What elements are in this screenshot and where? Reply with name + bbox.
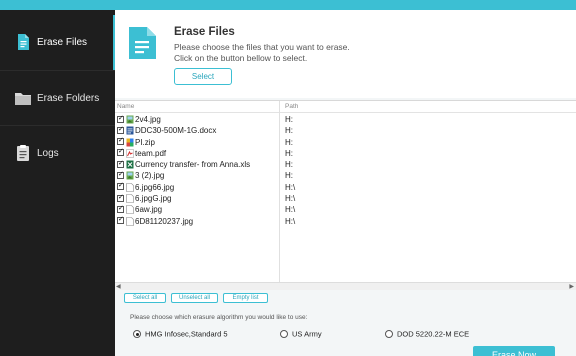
description-line-2: Click on the button bellow to select. <box>174 53 308 63</box>
file-name: 6D81120237.jpg <box>135 216 194 226</box>
file-name: 6aw.jpg <box>135 205 163 215</box>
column-header-path[interactable]: Path <box>285 101 298 112</box>
unselect-all-button[interactable]: Unselect all <box>171 293 218 303</box>
file-name: 3 (2).jpg <box>135 171 165 181</box>
file-name: DDC30-500M-1G.docx <box>135 126 217 136</box>
radio-hmg-infosec[interactable]: HMG Infosec,Standard 5 <box>133 329 228 339</box>
select-all-button[interactable]: Select all <box>124 293 166 303</box>
row-checkbox[interactable] <box>117 114 124 123</box>
row-checkbox[interactable] <box>117 170 124 179</box>
sidebar-item-label: Logs <box>37 148 59 159</box>
table-row[interactable]: Currency transfer- from Anna.xls H: <box>115 159 576 170</box>
file-path: H:\ <box>285 194 296 204</box>
table-row[interactable]: PI.zip H: <box>115 136 576 148</box>
row-checkbox[interactable] <box>117 193 124 202</box>
radio-dod[interactable]: DOD 5220.22-M ECE <box>385 329 469 339</box>
pdf-file-icon <box>126 149 134 158</box>
description-line-1: Please choose the files that you want to… <box>174 42 350 52</box>
row-checkbox[interactable] <box>117 204 124 213</box>
xls-file-icon <box>126 160 134 169</box>
table-row[interactable]: DDC30-500M-1G.docx H: <box>115 125 576 136</box>
select-button[interactable]: Select <box>174 68 232 85</box>
file-path: H: <box>285 160 293 170</box>
table-body: 2v4.jpgH:DDC30-500M-1G.docxH:PI.zipH:tea… <box>115 114 576 227</box>
main-panel: Erase Files Please choose the files that… <box>115 10 576 356</box>
table-row[interactable]: 2v4.jpg H: <box>115 114 576 125</box>
sidebar-item-erase-files[interactable]: Erase Files <box>0 15 115 70</box>
file-path: H:\ <box>285 205 296 215</box>
blank-file-icon <box>126 194 134 203</box>
file-name: Currency transfer- from Anna.xls <box>135 160 251 170</box>
table-row[interactable]: 6aw.jpg H:\ <box>115 204 576 215</box>
sidebar-item-label: Erase Folders <box>37 93 100 104</box>
scroll-left-icon[interactable]: ◀ <box>116 283 121 291</box>
sidebar-item-logs[interactable]: Logs <box>0 125 115 180</box>
file-path: H: <box>285 137 293 147</box>
blank-file-icon <box>126 205 134 215</box>
radio-dot[interactable] <box>133 330 141 339</box>
log-icon <box>17 145 29 161</box>
row-checkbox[interactable] <box>117 125 124 134</box>
row-checkbox[interactable] <box>117 136 124 146</box>
file-name: PI.zip <box>135 137 156 147</box>
file-table: Name Path 2v4.jpgH:DDC30-500M-1G.docxH:P… <box>115 100 576 290</box>
sidebar-item-label: Erase Files <box>37 37 88 48</box>
file-name: 6.jpg66.jpg <box>135 182 175 192</box>
empty-list-button[interactable]: Empty list <box>223 293 268 303</box>
file-path: H: <box>285 171 293 181</box>
radio-dot[interactable] <box>385 330 393 339</box>
blank-file-icon <box>126 182 134 192</box>
image-file-icon <box>126 115 134 124</box>
table-row[interactable]: 6.jpgG.jpg H:\ <box>115 193 576 204</box>
zip-file-icon <box>126 138 134 147</box>
radio-dot[interactable] <box>280 330 288 339</box>
file-icon <box>18 34 29 50</box>
file-name: 6.jpgG.jpg <box>135 194 172 204</box>
file-icon <box>129 27 156 59</box>
sidebar: Erase Files Erase Folders Logs <box>0 10 115 356</box>
file-path: H: <box>285 115 293 124</box>
sidebar-item-erase-folders[interactable]: Erase Folders <box>0 70 115 125</box>
algorithm-label: Please choose which erasure algorithm yo… <box>130 314 308 321</box>
image-file-icon <box>126 171 134 180</box>
table-row[interactable]: 6D81120237.jpg H:\ <box>115 215 576 227</box>
radio-label: US Army <box>292 329 322 339</box>
doc-file-icon <box>126 126 134 135</box>
header: Erase Files Please choose the files that… <box>115 10 576 98</box>
row-checkbox[interactable] <box>117 181 124 191</box>
file-name: 2v4.jpg <box>135 115 161 124</box>
radio-label: HMG Infosec,Standard 5 <box>145 329 228 339</box>
column-header-name[interactable]: Name <box>117 101 134 112</box>
title-bar <box>0 0 576 10</box>
row-checkbox[interactable] <box>117 215 124 225</box>
row-checkbox[interactable] <box>117 147 124 157</box>
folder-icon <box>15 93 31 105</box>
file-name: team.pdf <box>135 148 167 158</box>
file-path: H: <box>285 126 293 136</box>
scroll-right-icon[interactable]: ▶ <box>569 283 574 291</box>
table-row[interactable]: 6.jpg66.jpg H:\ <box>115 181 576 193</box>
table-row[interactable]: team.pdf H: <box>115 147 576 159</box>
radio-label: DOD 5220.22-M ECE <box>397 329 470 339</box>
file-path: H: <box>285 148 293 158</box>
radio-us-army[interactable]: US Army <box>280 329 322 339</box>
file-path: H:\ <box>285 216 296 226</box>
page-title: Erase Files <box>174 26 235 38</box>
erase-now-button[interactable]: Erase Now <box>473 346 555 356</box>
header-divider <box>115 112 576 113</box>
table-row[interactable]: 3 (2).jpg H: <box>115 170 576 181</box>
row-checkbox[interactable] <box>117 159 124 168</box>
horizontal-scrollbar[interactable]: ◀ ▶ <box>115 282 576 290</box>
blank-file-icon <box>126 216 134 226</box>
file-path: H:\ <box>285 182 296 192</box>
